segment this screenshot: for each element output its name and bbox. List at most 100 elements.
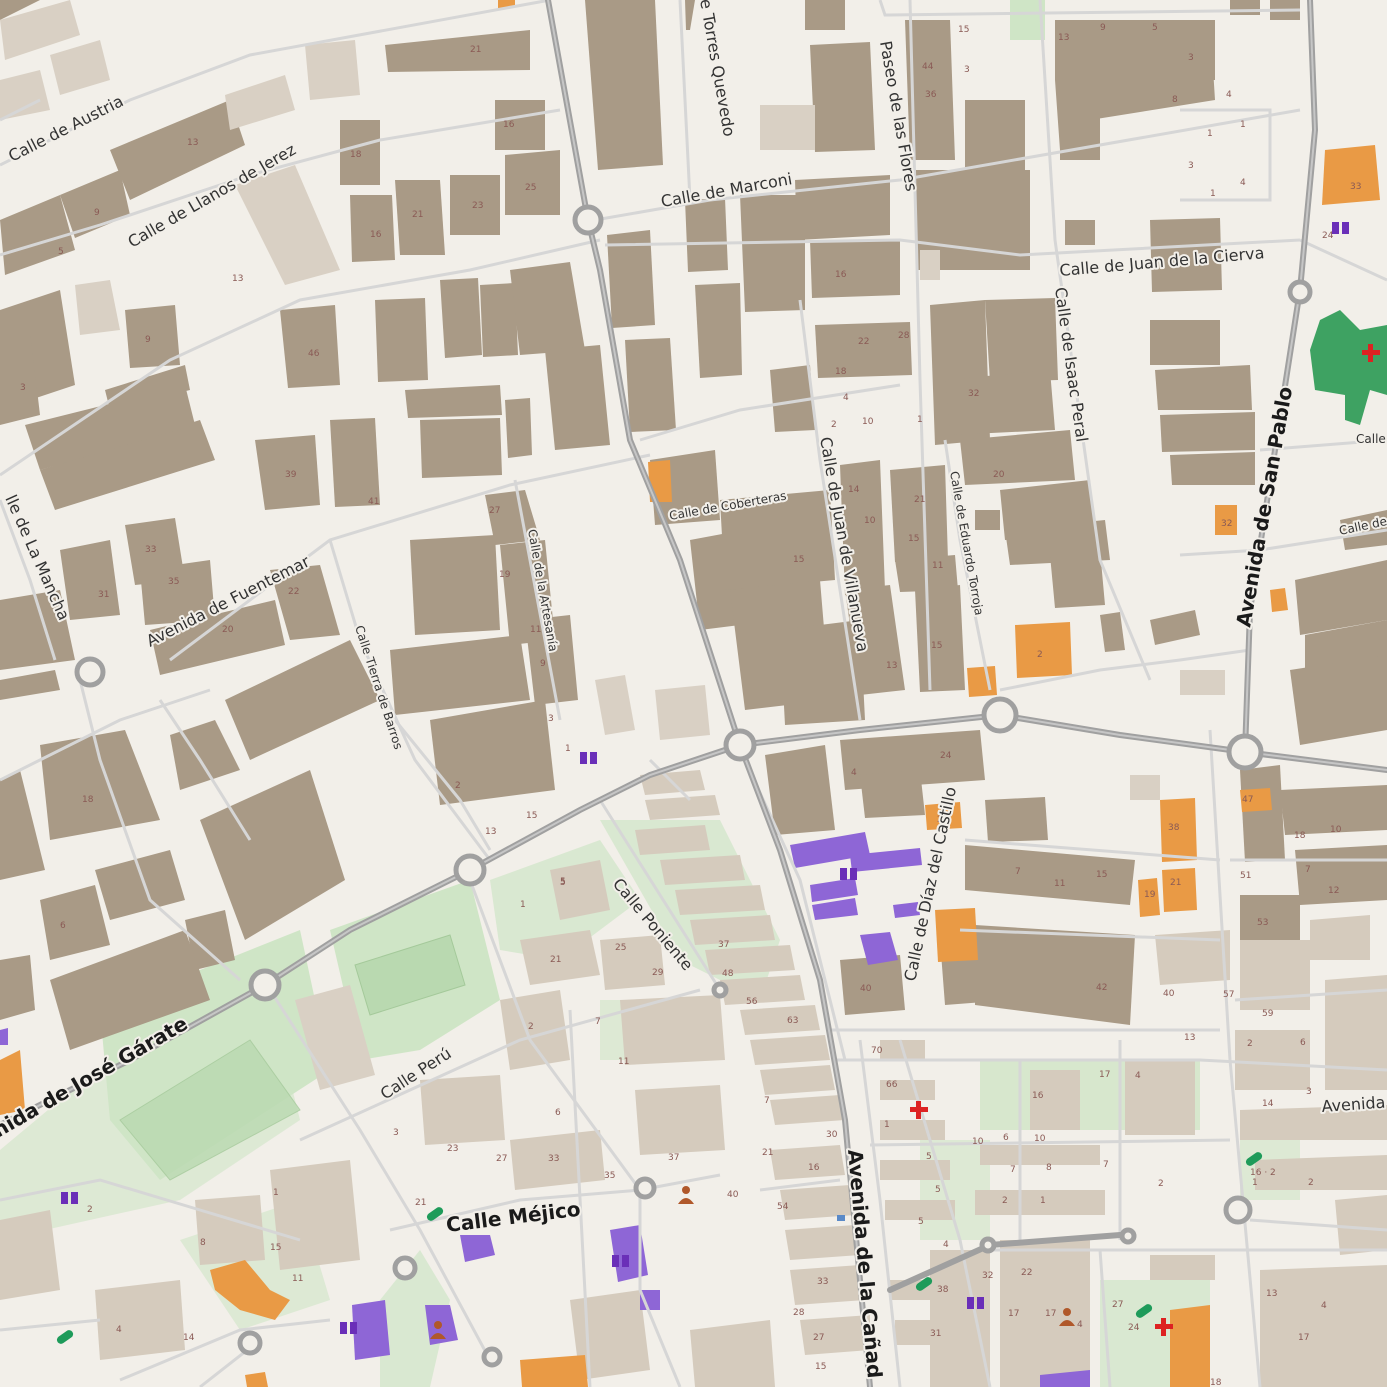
svg-text:15: 15 [908,534,919,544]
svg-text:9: 9 [1100,23,1106,33]
svg-text:1: 1 [273,1188,279,1198]
svg-text:3: 3 [20,383,26,393]
svg-text:13: 13 [1184,1033,1195,1043]
svg-text:7: 7 [1305,865,1311,875]
svg-text:5: 5 [926,1152,932,1162]
svg-text:11: 11 [292,1274,303,1284]
svg-text:10: 10 [862,417,874,427]
svg-text:21: 21 [415,1198,426,1208]
svg-text:15: 15 [526,811,537,821]
svg-text:7: 7 [764,1096,770,1106]
svg-text:20: 20 [993,470,1005,480]
svg-text:27: 27 [496,1154,507,1164]
map-canvas[interactable]: 21 13 9 5 3 18 16 21 23 25 16 13 46 9 39… [0,0,1387,1387]
svg-text:35: 35 [168,577,179,587]
svg-text:4: 4 [943,1240,949,1250]
svg-text:51: 51 [1240,871,1251,881]
svg-text:16: 16 [370,230,382,240]
svg-text:10: 10 [972,1137,984,1147]
svg-text:32: 32 [968,389,979,399]
svg-text:11: 11 [618,1057,629,1067]
svg-text:38: 38 [1168,823,1180,833]
svg-text:42: 42 [1096,983,1107,993]
svg-text:31: 31 [930,1329,941,1339]
svg-text:1: 1 [1040,1196,1046,1206]
svg-text:31: 31 [98,590,109,600]
svg-text:2: 2 [1247,1039,1253,1049]
svg-text:5: 5 [1152,23,1158,33]
svg-text:7: 7 [1010,1165,1016,1175]
svg-text:14: 14 [1262,1099,1274,1109]
svg-text:16: 16 [503,120,515,130]
svg-text:6: 6 [1003,1133,1009,1143]
svg-text:33: 33 [145,545,156,555]
svg-text:6: 6 [60,921,66,931]
svg-text:1: 1 [1207,129,1213,139]
svg-text:15: 15 [958,25,969,35]
svg-text:13: 13 [232,274,243,284]
svg-text:15: 15 [270,1243,281,1253]
svg-text:37: 37 [668,1153,679,1163]
svg-text:11: 11 [530,625,541,635]
street-label-calle-right1: Calle [1356,432,1386,446]
svg-text:33: 33 [1350,182,1361,192]
svg-text:24: 24 [1128,1323,1140,1333]
svg-text:16: 16 [1032,1091,1044,1101]
bus-stop-icon[interactable] [837,1215,845,1221]
svg-text:18: 18 [1294,831,1306,841]
svg-text:12: 12 [1328,886,1339,896]
svg-text:3: 3 [393,1128,399,1138]
svg-text:41: 41 [368,497,379,507]
svg-text:63: 63 [787,1016,798,1026]
svg-text:28: 28 [793,1308,805,1318]
svg-text:23: 23 [472,201,483,211]
svg-text:2: 2 [455,781,461,791]
svg-text:54: 54 [777,1202,789,1212]
svg-text:6: 6 [1300,1038,1306,1048]
svg-text:38: 38 [937,1285,949,1295]
svg-text:10: 10 [864,516,876,526]
svg-text:37: 37 [718,940,729,950]
svg-text:40: 40 [1163,989,1175,999]
svg-text:53: 53 [1257,918,1268,928]
svg-text:13: 13 [187,138,198,148]
svg-text:40: 40 [727,1190,739,1200]
svg-text:1: 1 [917,415,923,425]
svg-text:18: 18 [82,795,94,805]
svg-text:10: 10 [1034,1134,1046,1144]
svg-text:1: 1 [1210,189,1216,199]
svg-text:7: 7 [595,1017,601,1027]
svg-text:17: 17 [1008,1309,1019,1319]
svg-text:2: 2 [831,420,837,430]
svg-text:44: 44 [922,62,934,72]
svg-text:47: 47 [1242,795,1253,805]
svg-text:40: 40 [860,984,872,994]
svg-text:5: 5 [58,247,64,257]
svg-text:57: 57 [1223,990,1234,1000]
svg-text:11: 11 [1054,879,1065,889]
svg-text:33: 33 [817,1277,828,1287]
svg-text:29: 29 [652,968,664,978]
svg-text:16 · 2: 16 · 2 [1250,1168,1276,1178]
svg-text:1: 1 [1252,1178,1258,1188]
svg-text:70: 70 [871,1046,883,1056]
svg-text:10: 10 [1330,825,1342,835]
svg-text:17: 17 [1099,1070,1110,1080]
svg-text:16: 16 [808,1163,820,1173]
svg-text:23: 23 [447,1144,458,1154]
svg-text:8: 8 [200,1238,206,1248]
svg-text:36: 36 [925,90,937,100]
svg-text:3: 3 [964,65,970,75]
svg-text:59: 59 [1262,1009,1274,1019]
svg-text:3: 3 [1188,161,1194,171]
svg-text:13: 13 [1266,1289,1277,1299]
svg-text:18: 18 [350,150,362,160]
svg-text:2: 2 [528,1022,534,1032]
svg-text:1: 1 [1240,120,1246,130]
svg-text:4: 4 [843,393,849,403]
svg-text:5: 5 [918,1217,924,1227]
svg-text:6: 6 [555,1108,561,1118]
svg-text:46: 46 [308,349,320,359]
svg-text:7: 7 [1015,867,1021,877]
svg-text:25: 25 [525,183,536,193]
